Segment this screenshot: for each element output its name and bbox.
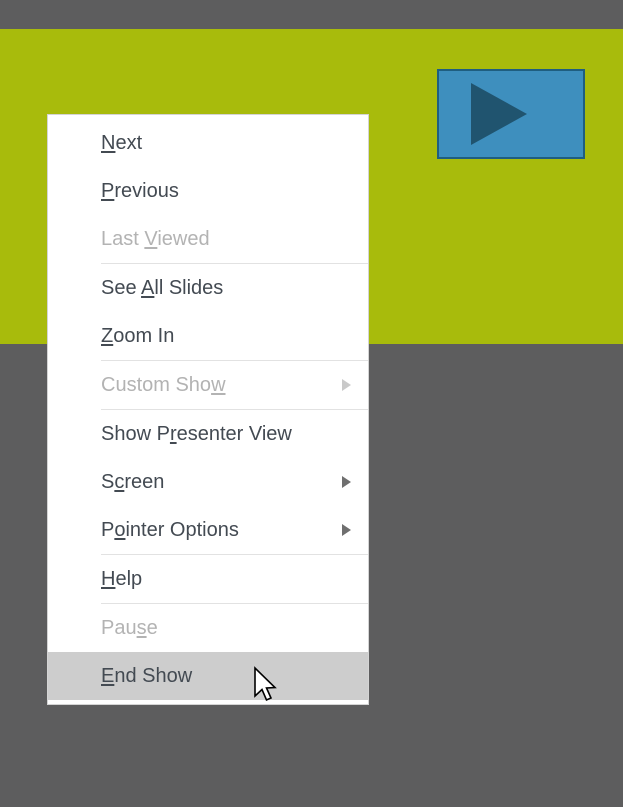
menu-item-label: See All Slides	[101, 277, 224, 299]
menu-item-last-viewed: Last Viewed	[48, 215, 368, 263]
menu-item-show-presenter-view[interactable]: Show Presenter View	[48, 410, 368, 458]
menu-item-label: Pause	[101, 617, 158, 639]
menu-item-next[interactable]: Next	[48, 119, 368, 167]
menu-item-pause: Pause	[48, 604, 368, 652]
slideshow-context-menu[interactable]: Next Previous Last Viewed See All Slides Zoo…	[47, 114, 369, 705]
menu-item-label: Previous	[101, 180, 179, 202]
menu-item-label: Screen	[101, 471, 165, 493]
video-play-placeholder[interactable]	[437, 69, 585, 159]
menu-item-label: Last Viewed	[101, 228, 210, 250]
menu-item-help[interactable]: Help	[48, 555, 368, 603]
menu-item-previous[interactable]: Previous	[48, 167, 368, 215]
menu-item-label: Show Presenter View	[101, 423, 292, 445]
submenu-arrow-icon	[342, 476, 351, 488]
menu-item-pointer-options[interactable]: Pointer Options	[48, 506, 368, 554]
menu-item-label: End Show	[101, 665, 193, 687]
menu-item-screen[interactable]: Screen	[48, 458, 368, 506]
play-icon	[471, 83, 527, 145]
menu-item-label: Help	[101, 568, 143, 590]
submenu-arrow-icon	[342, 379, 351, 391]
menu-item-label: Pointer Options	[101, 519, 239, 541]
submenu-arrow-icon	[342, 524, 351, 536]
menu-item-zoom-in[interactable]: Zoom In	[48, 312, 368, 360]
menu-item-end-show[interactable]: End Show	[48, 652, 368, 700]
menu-item-custom-show: Custom Show	[48, 361, 368, 409]
menu-item-see-all-slides[interactable]: See All Slides	[48, 264, 368, 312]
menu-item-label: Zoom In	[101, 325, 175, 347]
menu-item-label: Custom Show	[101, 374, 226, 396]
menu-item-label: Next	[101, 132, 143, 154]
